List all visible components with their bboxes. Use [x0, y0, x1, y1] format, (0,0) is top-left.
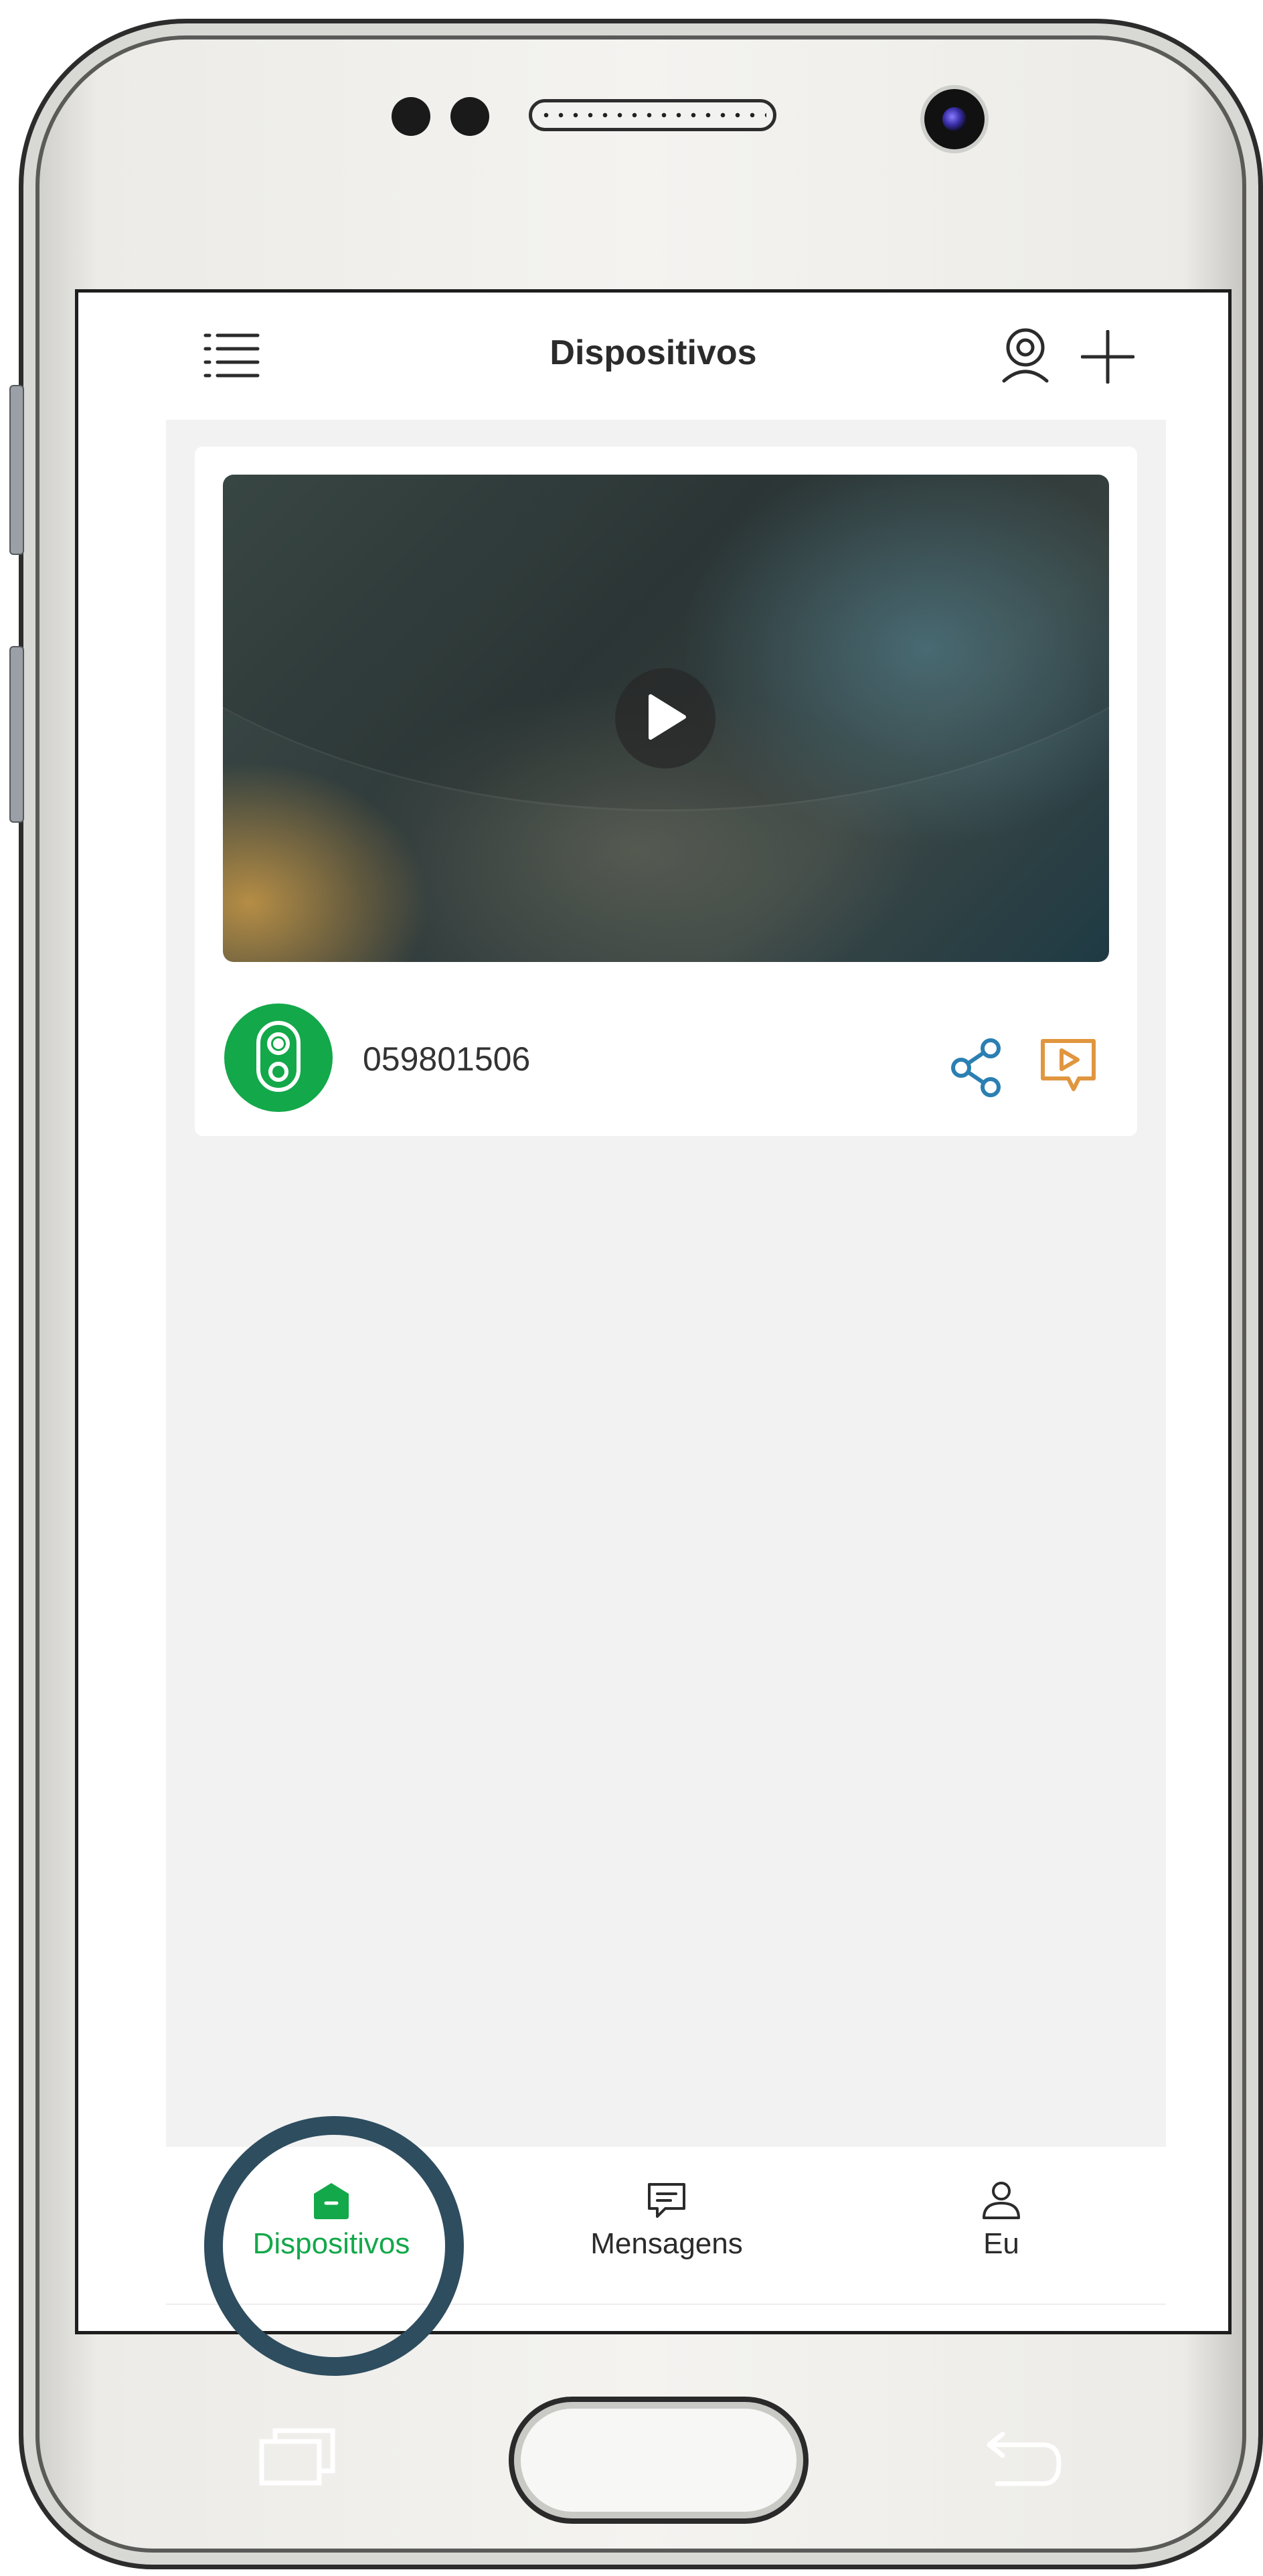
doorbell-icon — [255, 1020, 302, 1097]
volume-down-button — [9, 646, 24, 823]
device-card[interactable]: 059801506 — [195, 447, 1137, 1136]
share-icon[interactable] — [949, 1038, 1009, 1101]
play-icon — [644, 694, 687, 744]
sensor-dot-left — [392, 97, 430, 136]
sensor-dot-right — [450, 97, 489, 136]
page-title: Dispositivos — [550, 333, 757, 372]
device-info-row: 059801506 — [195, 982, 1137, 1116]
volume-up-button — [9, 385, 24, 555]
nav-item-dispositivos[interactable]: Dispositivos — [224, 2180, 438, 2287]
nav-label-mensagens: Mensagens — [590, 2227, 743, 2260]
play-button[interactable] — [615, 668, 715, 769]
speaker-grille — [529, 99, 776, 131]
nav-item-mensagens[interactable]: Mensagens — [560, 2180, 774, 2287]
phone-screen: Dispositivos 059801506 Dispositivos Mens… — [75, 289, 1232, 2334]
app-header: Dispositivos — [78, 293, 1228, 420]
back-key[interactable] — [984, 2430, 1064, 2494]
device-avatar — [224, 1003, 333, 1112]
user-icon — [894, 2180, 1108, 2221]
nav-label-eu: Eu — [983, 2227, 1019, 2260]
message-icon — [560, 2180, 774, 2221]
device-list: 059801506 — [166, 420, 1166, 2147]
recent-apps-key[interactable] — [258, 2427, 338, 2490]
bottom-nav: Dispositivos Mensagens Eu — [78, 2147, 1228, 2308]
device-id: 059801506 — [363, 1040, 531, 1078]
nav-item-eu[interactable]: Eu — [894, 2180, 1108, 2287]
home-icon — [224, 2180, 438, 2221]
camera-user-icon[interactable] — [1000, 326, 1051, 386]
plus-icon[interactable] — [1081, 330, 1134, 384]
video-playback-icon[interactable] — [1036, 1036, 1100, 1103]
front-camera — [924, 89, 985, 149]
nav-divider — [166, 2304, 1166, 2305]
home-key[interactable] — [509, 2397, 809, 2524]
video-preview[interactable] — [223, 475, 1109, 962]
nav-label-dispositivos: Dispositivos — [252, 2227, 410, 2260]
